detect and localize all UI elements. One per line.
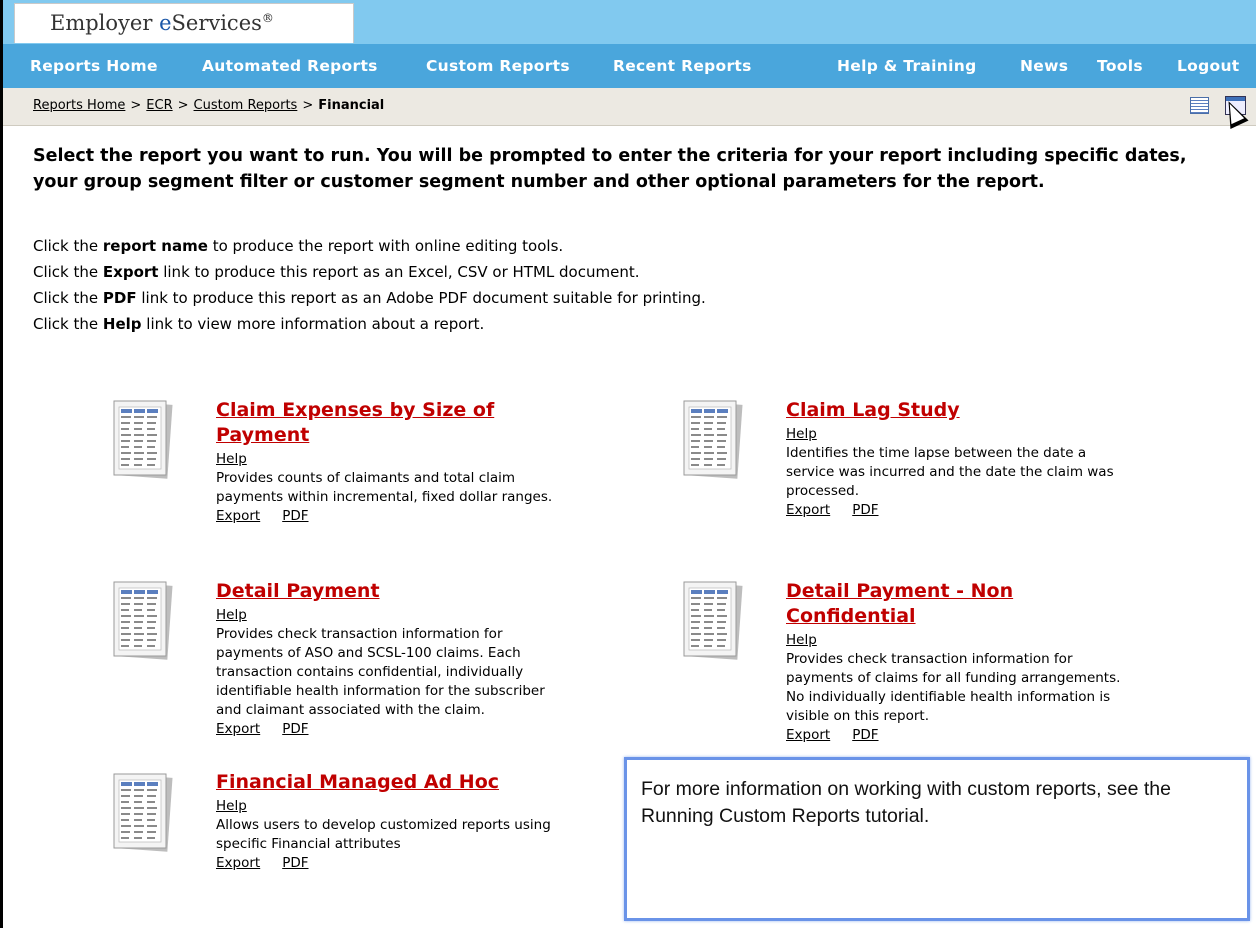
instruction-export: Click the Export link to produce this re…	[33, 263, 640, 281]
nav-news[interactable]: News	[1020, 57, 1068, 75]
report-document-icon	[113, 400, 173, 479]
report-help-link[interactable]: Help	[216, 606, 247, 625]
report-pdf-link[interactable]: PDF	[282, 508, 308, 524]
instruction-help: Click the Help link to view more informa…	[33, 315, 485, 333]
brand-name-e: e	[159, 11, 172, 35]
breadcrumb-separator: >	[302, 98, 314, 113]
report-document-icon	[683, 400, 743, 479]
nav-help-training[interactable]: Help & Training	[837, 57, 976, 75]
intro-text: Select the report you want to run. You w…	[33, 146, 1187, 192]
callout-text: For more information on working with cus…	[641, 778, 1171, 827]
breadcrumb-current: Financial	[318, 98, 385, 113]
report-pdf-link[interactable]: PDF	[852, 502, 878, 518]
nav-tools[interactable]: Tools	[1097, 57, 1143, 75]
report-export-link[interactable]: Export	[216, 855, 260, 871]
report-title-link[interactable]: Detail Payment	[216, 579, 551, 604]
report-title-link[interactable]: Claim Expenses by Size of Payment	[216, 398, 556, 448]
main-nav: Reports Home Automated Reports Custom Re…	[3, 44, 1256, 88]
report-export-link[interactable]: Export	[216, 721, 260, 737]
nav-reports-home[interactable]: Reports Home	[30, 57, 158, 75]
tutorial-callout: For more information on working with cus…	[624, 757, 1250, 921]
table-view-icon[interactable]	[1190, 97, 1209, 114]
report-links: Export PDF	[786, 726, 1126, 745]
report-document-icon	[683, 581, 743, 660]
report-document-icon	[113, 773, 173, 852]
brand-reg: ®	[261, 11, 274, 25]
nav-logout[interactable]: Logout	[1177, 57, 1240, 75]
brand-name-suffix: Services	[171, 11, 262, 35]
nav-automated-reports[interactable]: Automated Reports	[202, 57, 378, 75]
report-export-link[interactable]: Export	[786, 727, 830, 743]
report-help-link[interactable]: Help	[216, 450, 247, 469]
brand-tab: Employer eServices®	[14, 3, 354, 43]
nav-recent-reports[interactable]: Recent Reports	[613, 57, 752, 75]
breadcrumb-separator: >	[130, 98, 142, 113]
report-pdf-link[interactable]: PDF	[282, 721, 308, 737]
breadcrumb-bar: Reports Home > ECR > Custom Reports > Financia…	[3, 88, 1256, 126]
report-export-link[interactable]: Export	[216, 508, 260, 524]
report-financial-managed-ad-hoc: Financial Managed Ad Hoc Help Allows use…	[216, 770, 551, 873]
report-description: Identifies the time lapse between the da…	[786, 445, 1114, 499]
brand-name-prefix: Employer	[50, 11, 160, 35]
breadcrumb-reports-home[interactable]: Reports Home	[33, 98, 125, 113]
report-help-link[interactable]: Help	[216, 797, 247, 816]
instruction-report-name: Click the report name to produce the rep…	[33, 237, 564, 255]
report-description: Provides counts of claimants and total c…	[216, 470, 553, 505]
brand-logo: Employer eServices®	[50, 11, 274, 35]
report-detail-payment-non-confidential: Detail Payment - Non Confidential Help P…	[786, 579, 1126, 745]
report-title-link[interactable]: Claim Lag Study	[786, 398, 1131, 423]
report-help-link[interactable]: Help	[786, 425, 817, 444]
report-help-link[interactable]: Help	[786, 631, 817, 650]
report-claim-lag-study: Claim Lag Study Help Identifies the time…	[786, 398, 1131, 520]
brand-bar: Employer eServices®	[3, 0, 1256, 44]
report-export-link[interactable]: Export	[786, 502, 830, 518]
report-claim-expenses: Claim Expenses by Size of Payment Help P…	[216, 398, 556, 526]
report-document-icon	[113, 581, 173, 660]
breadcrumb-separator: >	[177, 98, 189, 113]
report-links: Export PDF	[786, 501, 1131, 520]
breadcrumb: Reports Home > ECR > Custom Reports > Financia…	[33, 98, 384, 113]
nav-custom-reports[interactable]: Custom Reports	[426, 57, 570, 75]
report-links: Export PDF	[216, 720, 551, 739]
report-links: Export PDF	[216, 507, 556, 526]
report-title-link[interactable]: Financial Managed Ad Hoc	[216, 770, 551, 795]
report-description: Allows users to develop customized repor…	[216, 817, 551, 852]
report-links: Export PDF	[216, 854, 551, 873]
report-detail-payment: Detail Payment Help Provides check trans…	[216, 579, 551, 739]
instruction-pdf: Click the PDF link to produce this repor…	[33, 289, 706, 307]
report-description: Provides check transaction information f…	[786, 651, 1121, 724]
window-border	[0, 0, 3, 928]
breadcrumb-custom-reports[interactable]: Custom Reports	[194, 98, 298, 113]
report-title-link[interactable]: Detail Payment - Non Confidential	[786, 579, 1126, 629]
report-description: Provides check transaction information f…	[216, 626, 545, 718]
report-pdf-link[interactable]: PDF	[852, 727, 878, 743]
report-pdf-link[interactable]: PDF	[282, 855, 308, 871]
breadcrumb-ecr[interactable]: ECR	[146, 98, 172, 113]
